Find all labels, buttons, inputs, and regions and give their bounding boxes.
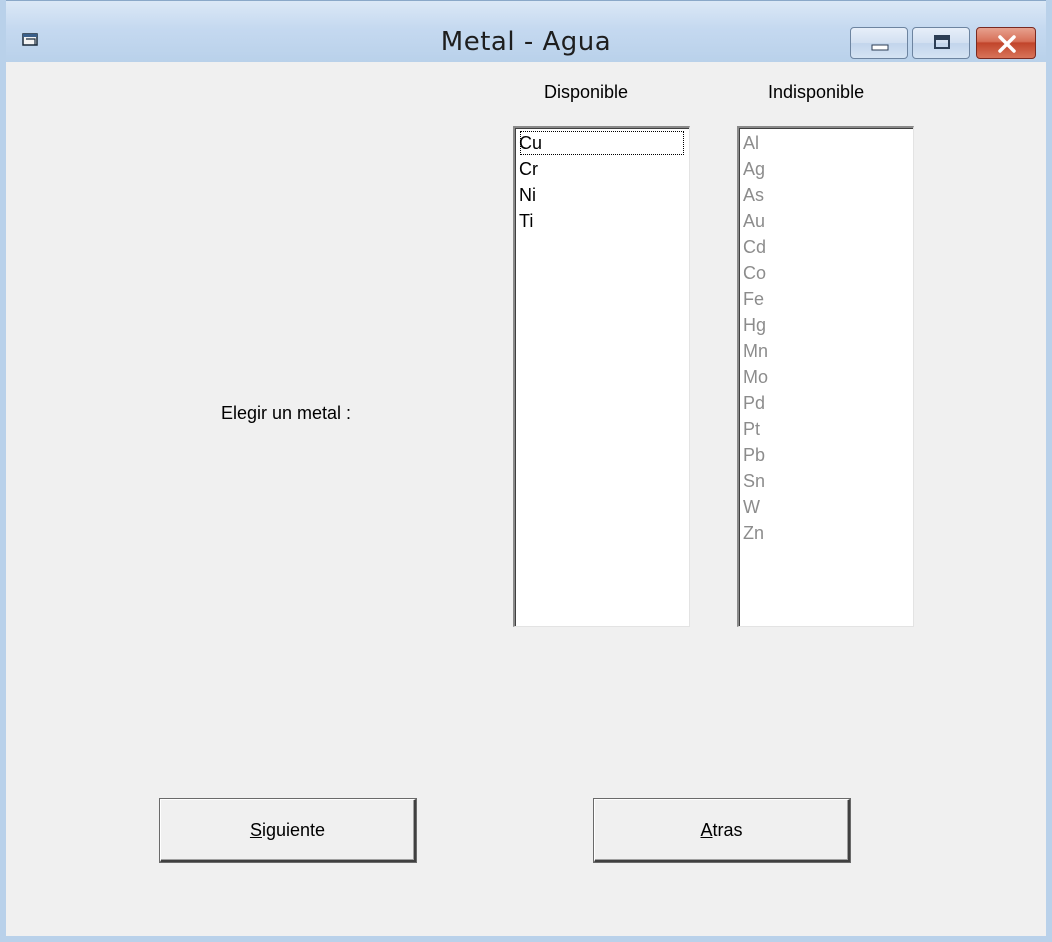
list-item[interactable]: Hg xyxy=(743,312,913,338)
available-metals-listbox[interactable]: Cu Cr Ni Ti xyxy=(513,126,690,627)
next-button-mnemonic: S xyxy=(249,820,262,840)
available-heading: Disponible xyxy=(544,82,629,102)
list-item[interactable]: Co xyxy=(743,260,913,286)
list-item[interactable]: Cu xyxy=(519,130,685,156)
list-item[interactable]: Ag xyxy=(743,156,913,182)
back-button-mnemonic: A xyxy=(700,820,713,840)
list-item[interactable]: Cr xyxy=(519,156,689,182)
back-button-label: tras xyxy=(712,820,743,840)
list-item[interactable]: Zn xyxy=(743,520,913,546)
list-item[interactable]: Pd xyxy=(743,390,913,416)
list-item[interactable]: Au xyxy=(743,208,913,234)
list-item[interactable]: Fe xyxy=(743,286,913,312)
maximize-icon xyxy=(934,35,950,49)
unavailable-metals-listbox[interactable]: Al Ag As Au Cd Co Fe Hg Mn Mo Pd Pt Pb S… xyxy=(737,126,914,627)
list-item[interactable]: Pt xyxy=(743,416,913,442)
client-area: Disponible Indisponible Elegir un metal … xyxy=(6,62,1046,936)
list-item[interactable]: As xyxy=(743,182,913,208)
maximize-button[interactable] xyxy=(912,27,970,59)
title-bar[interactable]: Metal - Agua xyxy=(6,0,1046,62)
back-button[interactable]: Atras xyxy=(594,799,850,862)
close-button[interactable] xyxy=(976,27,1036,59)
list-item[interactable]: W xyxy=(743,494,913,520)
choose-metal-label: Elegir un metal : xyxy=(221,403,352,423)
minimize-button[interactable] xyxy=(850,27,908,59)
next-button-label: iguiente xyxy=(261,820,326,840)
list-item[interactable]: Mn xyxy=(743,338,913,364)
minimize-icon xyxy=(871,44,889,51)
list-item[interactable]: Cd xyxy=(743,234,913,260)
close-icon xyxy=(998,35,1016,53)
unavailable-heading: Indisponible xyxy=(768,82,865,102)
list-item[interactable]: Al xyxy=(743,130,913,156)
list-item[interactable]: Mo xyxy=(743,364,913,390)
list-item[interactable]: Sn xyxy=(743,468,913,494)
list-item[interactable]: Pb xyxy=(743,442,913,468)
app-window: Metal - Agua Disponible Indisponible Ele… xyxy=(0,0,1052,942)
list-item[interactable]: Ti xyxy=(519,208,689,234)
list-item[interactable]: Ni xyxy=(519,182,689,208)
next-button[interactable]: Siguiente xyxy=(160,799,416,862)
